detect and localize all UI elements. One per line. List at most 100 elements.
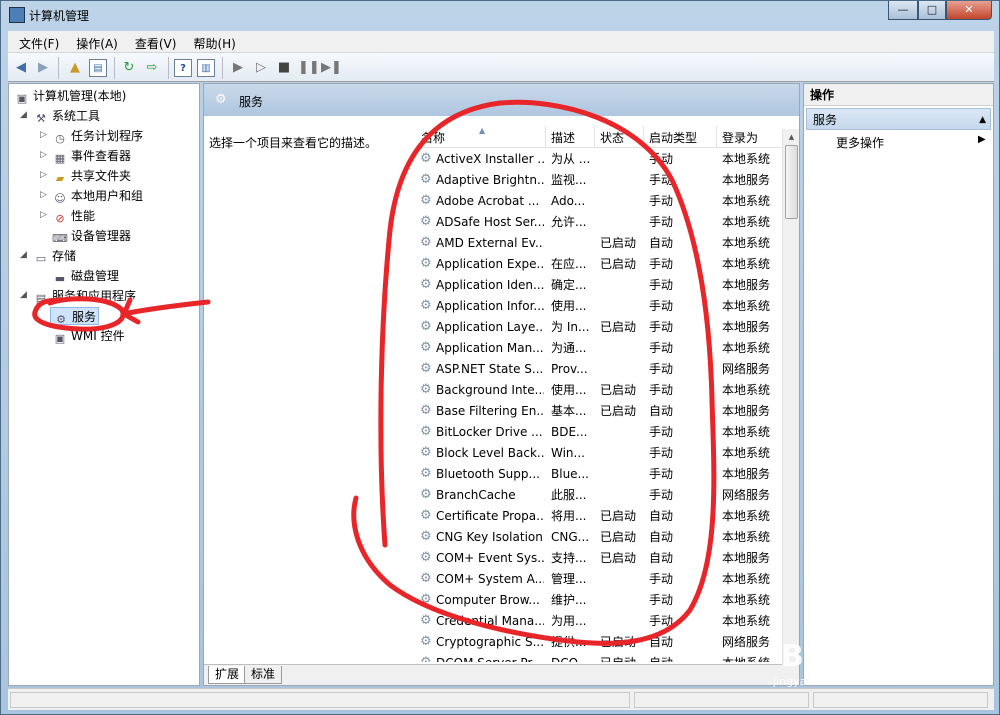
collapse-arrow-icon[interactable]: ◢: [20, 250, 27, 260]
tab-standard[interactable]: 标准: [244, 666, 283, 684]
tree-root[interactable]: ▣ 计算机管理(本地): [14, 87, 127, 105]
tab-extended[interactable]: 扩展: [208, 666, 247, 684]
menu-view[interactable]: 查看(V): [124, 31, 183, 52]
gear-icon: ⚙: [420, 656, 434, 663]
table-row[interactable]: ⚙DCOM Server Pr... DCO... 已启动自动本地系统: [416, 653, 788, 663]
table-row[interactable]: ⚙ Block Level Back... Win... 手动 本地系统: [416, 443, 788, 464]
table-row[interactable]: ⚙ Adaptive Brightn... 监视... 手动 本地服务: [416, 170, 788, 191]
up-folder-icon[interactable]: ▲: [66, 59, 84, 77]
menu-action[interactable]: 操作(A): [65, 31, 124, 52]
tree-item-shared-folders[interactable]: ▰ 共享文件夹: [52, 167, 131, 185]
pause-service-icon[interactable]: ❚❚: [298, 59, 320, 77]
expand-arrow-icon[interactable]: ▷: [40, 190, 47, 200]
start-service-icon[interactable]: ▶: [229, 59, 247, 77]
column-logon-as[interactable]: 登录为: [717, 126, 788, 148]
maximize-button[interactable]: □: [918, 1, 946, 20]
gear-icon: ⚙: [420, 193, 432, 208]
tree-item-wmi[interactable]: ▣ WMI 控件: [52, 327, 125, 345]
tree-item-local-users[interactable]: ☺ 本地用户和组: [52, 187, 143, 205]
table-row[interactable]: ⚙ ASP.NET State S... Prov... 手动 网络服务: [416, 359, 788, 380]
table-row[interactable]: ⚙ Application Laye... 为 In... 已启动 手动 本地服务: [416, 317, 788, 338]
tree-item-device-manager[interactable]: ⌨ 设备管理器: [52, 227, 131, 245]
tree-item-event-viewer[interactable]: ▦ 事件查看器: [52, 147, 131, 165]
collapse-up-icon[interactable]: ▲: [979, 109, 986, 131]
more-actions-item[interactable]: 更多操作: [836, 134, 884, 151]
column-description[interactable]: 描述: [546, 126, 595, 148]
tools-icon: ⚒: [36, 112, 46, 125]
tree-item-performance[interactable]: ⊘ 性能: [52, 207, 95, 225]
table-row[interactable]: ⚙ BitLocker Drive ... BDE... 手动 本地系统: [416, 422, 788, 443]
table-row[interactable]: ⚙ COM+ Event Sys... 支持... 已启动 自动 本地服务: [416, 548, 788, 569]
cell-name: Adobe Acrobat ...: [436, 194, 540, 208]
tree-item-disk-management[interactable]: ▬ 磁盘管理: [52, 267, 119, 285]
menu-file[interactable]: 文件(F): [8, 31, 65, 52]
cell-name: Certificate Propa...: [436, 509, 544, 523]
table-row[interactable]: ⚙ Application Iden... 确定... 手动 本地服务: [416, 275, 788, 296]
services-panel: ⚙ 服务 选择一个项目来查看它的描述。 名称 ▲ 描述 状态 启动类型 登录为 …: [203, 83, 800, 686]
table-row[interactable]: ⚙ AMD External Ev... 已启动 自动 本地系统: [416, 233, 788, 254]
table-row[interactable]: ⚙ Adobe Acrobat ... Ado... 手动 本地系统: [416, 191, 788, 212]
stop-service-icon[interactable]: ■: [275, 59, 293, 77]
show-hide-tree-icon[interactable]: ▤: [89, 59, 107, 77]
table-row[interactable]: ⚙ CNG Key Isolation CNG... 已启动 自动 本地系统: [416, 527, 788, 548]
table-row[interactable]: ⚙ Cryptographic S... 提供... 已启动 自动 网络服务: [416, 632, 788, 653]
collapse-arrow-icon[interactable]: ◢: [20, 290, 27, 300]
close-button[interactable]: ✕: [946, 1, 992, 20]
expand-arrow-icon[interactable]: ▷: [40, 130, 47, 140]
minimize-button[interactable]: —: [888, 1, 918, 20]
restart-service-icon[interactable]: ▶❚: [321, 59, 342, 77]
window-title: 计算机管理: [29, 9, 90, 23]
table-row[interactable]: ⚙ Computer Brow... 维护... 手动 本地系统: [416, 590, 788, 611]
table-row[interactable]: ⚙ Application Infor... 使用... 手动 本地系统: [416, 296, 788, 317]
status-segment: [813, 692, 988, 708]
cell-status: [600, 149, 644, 170]
status-bar: [8, 688, 994, 710]
table-row[interactable]: ⚙ Application Expe... 在应... 已启动 手动 本地系统: [416, 254, 788, 275]
vertical-scrollbar[interactable]: ▲: [782, 129, 799, 665]
column-status[interactable]: 状态: [595, 126, 644, 148]
table-row[interactable]: ⚙ COM+ System A... 管理... 手动 本地系统: [416, 569, 788, 590]
cell-desc: 提供...: [551, 635, 587, 649]
cell-desc: DCO...: [551, 653, 595, 662]
cell-startup: 自动: [649, 236, 674, 250]
collapse-arrow-icon[interactable]: ◢: [20, 110, 27, 120]
table-row[interactable]: ⚙ Background Inte... 使用... 已启动 手动 本地系统: [416, 380, 788, 401]
table-row[interactable]: ⚙ BranchCache 此服... 手动 网络服务: [416, 485, 788, 506]
scroll-up-arrow-icon[interactable]: ▲: [783, 129, 800, 145]
table-row[interactable]: ⚙ Application Man... 为通... 手动 本地系统: [416, 338, 788, 359]
actions-section-services[interactable]: 服务 ▲: [806, 108, 991, 130]
start-service-alt-icon[interactable]: ▷: [252, 59, 270, 77]
expand-arrow-icon[interactable]: ▷: [40, 170, 47, 180]
table-row[interactable]: ⚙ ActiveX Installer ... 为从 ... 手动 本地系统: [416, 149, 788, 170]
tree-item-system-tools[interactable]: ⚒ 系统工具: [33, 107, 100, 125]
expand-arrow-icon[interactable]: ▷: [40, 210, 47, 220]
cell-startup: 手动: [649, 299, 674, 313]
table-row[interactable]: ⚙ ADSafe Host Ser... 允许... 手动 本地系统: [416, 212, 788, 233]
expand-arrow-icon[interactable]: ▷: [40, 150, 47, 160]
back-arrow-icon[interactable]: ◀: [12, 59, 30, 77]
forward-arrow-icon[interactable]: ▶: [34, 59, 52, 77]
gear-icon: ⚙: [420, 151, 432, 166]
export-list-icon[interactable]: ⇨: [143, 59, 161, 77]
cell-status: [600, 485, 644, 506]
table-row[interactable]: ⚙ Certificate Propa... 将用... 已启动 自动 本地系统: [416, 506, 788, 527]
table-row[interactable]: ⚙ Base Filtering En... 基本... 已启动 自动 本地服务: [416, 401, 788, 422]
tree-item-services-apps[interactable]: ▤ 服务和应用程序: [33, 287, 136, 305]
help-icon[interactable]: ?: [174, 59, 192, 77]
refresh-icon[interactable]: ↻: [120, 59, 138, 77]
cell-name: Background Inte...: [436, 383, 544, 397]
gear-icon: ⚙: [420, 403, 432, 418]
tree-item-services[interactable]: ⚙ 服务: [50, 307, 100, 326]
action-pane-icon[interactable]: ▥: [197, 59, 215, 77]
tree-item-storage[interactable]: ▭ 存储: [33, 247, 76, 265]
table-row[interactable]: ⚙ Credential Mana... 为用... 手动 本地系统: [416, 611, 788, 632]
gear-icon: ⚙: [420, 382, 432, 397]
cell-status: [600, 170, 644, 191]
tree-item-task-scheduler[interactable]: ◷ 任务计划程序: [52, 127, 143, 145]
table-row[interactable]: ⚙ Bluetooth Supp... Blue... 手动 本地服务: [416, 464, 788, 485]
cell-logon: 本地系统: [722, 425, 771, 439]
column-startup-type[interactable]: 启动类型: [644, 126, 717, 148]
cell-logon: 本地服务: [722, 467, 771, 481]
menu-help[interactable]: 帮助(H): [182, 31, 241, 52]
scroll-thumb[interactable]: [785, 145, 798, 219]
